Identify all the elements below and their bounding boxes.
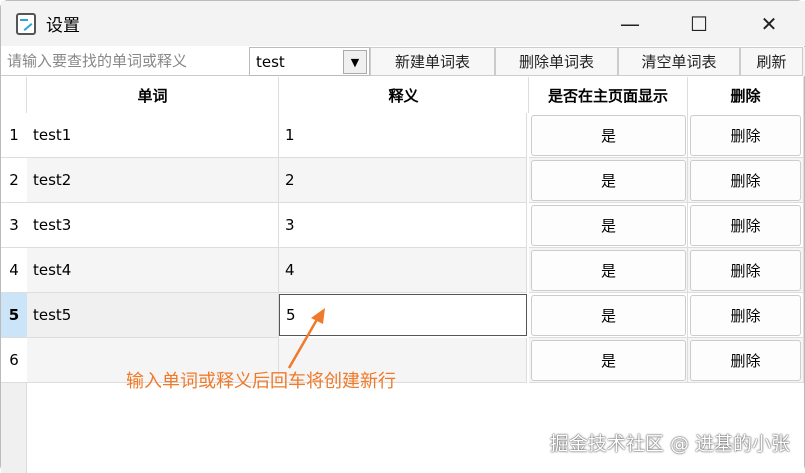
word-table: 单词 释义 是否在主页面显示 删除 1 test1 1 是 删除 2 test2 … <box>1 77 804 473</box>
row-number[interactable]: 4 <box>1 248 27 293</box>
annotation-text: 输入单词或释义后回车将创建新行 <box>126 371 396 392</box>
toolbar: test ▼ 新建单词表 删除单词表 清空单词表 刷新 <box>1 47 805 76</box>
show-toggle-button[interactable]: 是 <box>531 115 686 156</box>
refresh-button[interactable]: 刷新 <box>740 47 803 76</box>
row-number[interactable]: 2 <box>1 158 27 203</box>
word-cell[interactable]: test3 <box>27 203 279 248</box>
delete-row-button[interactable]: 删除 <box>690 205 801 246</box>
delete-row-button[interactable]: 删除 <box>690 115 801 156</box>
show-toggle-button[interactable]: 是 <box>531 295 686 336</box>
header-meaning[interactable]: 释义 <box>279 77 529 113</box>
row-number[interactable]: 1 <box>1 113 27 158</box>
wordbook-value: test <box>256 52 285 71</box>
show-toggle-button[interactable]: 是 <box>531 205 686 246</box>
meaning-cell[interactable]: 1 <box>279 113 527 158</box>
show-toggle-button[interactable]: 是 <box>531 340 686 381</box>
word-cell[interactable]: test5 <box>27 293 279 338</box>
show-toggle-button[interactable]: 是 <box>531 250 686 291</box>
maximize-button[interactable]: ☐ <box>676 1 722 46</box>
header-word[interactable]: 单词 <box>27 77 279 113</box>
title-bar: 设置 — ☐ ✕ <box>1 1 805 46</box>
show-toggle-button[interactable]: 是 <box>531 160 686 201</box>
meaning-cell[interactable]: 4 <box>279 248 527 293</box>
window-title: 设置 <box>46 16 80 36</box>
new-wordbook-button[interactable]: 新建单词表 <box>370 47 495 76</box>
word-cell[interactable]: test2 <box>27 158 279 203</box>
meaning-cell[interactable]: 3 <box>279 203 527 248</box>
word-cell[interactable]: test4 <box>27 248 279 293</box>
watermark: 掘金技术社区 @ 进基的小张 <box>549 433 790 455</box>
row-number[interactable]: 3 <box>1 203 27 248</box>
search-input[interactable] <box>1 47 249 76</box>
meaning-cell[interactable]: 2 <box>279 158 527 203</box>
delete-wordbook-button[interactable]: 删除单词表 <box>495 47 618 76</box>
table-corner <box>1 77 27 113</box>
minimize-button[interactable]: — <box>607 1 653 46</box>
close-button[interactable]: ✕ <box>746 1 792 46</box>
delete-row-button[interactable]: 删除 <box>690 340 801 381</box>
word-cell[interactable]: test1 <box>27 113 279 158</box>
header-show[interactable]: 是否在主页面显示 <box>529 77 688 113</box>
delete-row-button[interactable]: 删除 <box>690 160 801 201</box>
delete-row-button[interactable]: 删除 <box>690 295 801 336</box>
row-number[interactable]: 5 <box>1 293 27 338</box>
wordbook-select[interactable]: test ▼ <box>249 47 370 76</box>
annotation-arrow-icon <box>287 308 325 369</box>
delete-row-button[interactable]: 删除 <box>690 250 801 291</box>
dropdown-arrow-icon[interactable]: ▼ <box>343 50 367 74</box>
row-number[interactable]: 6 <box>1 338 27 383</box>
header-delete[interactable]: 删除 <box>688 77 804 113</box>
app-icon <box>16 12 36 35</box>
clear-wordbook-button[interactable]: 清空单词表 <box>618 47 740 76</box>
